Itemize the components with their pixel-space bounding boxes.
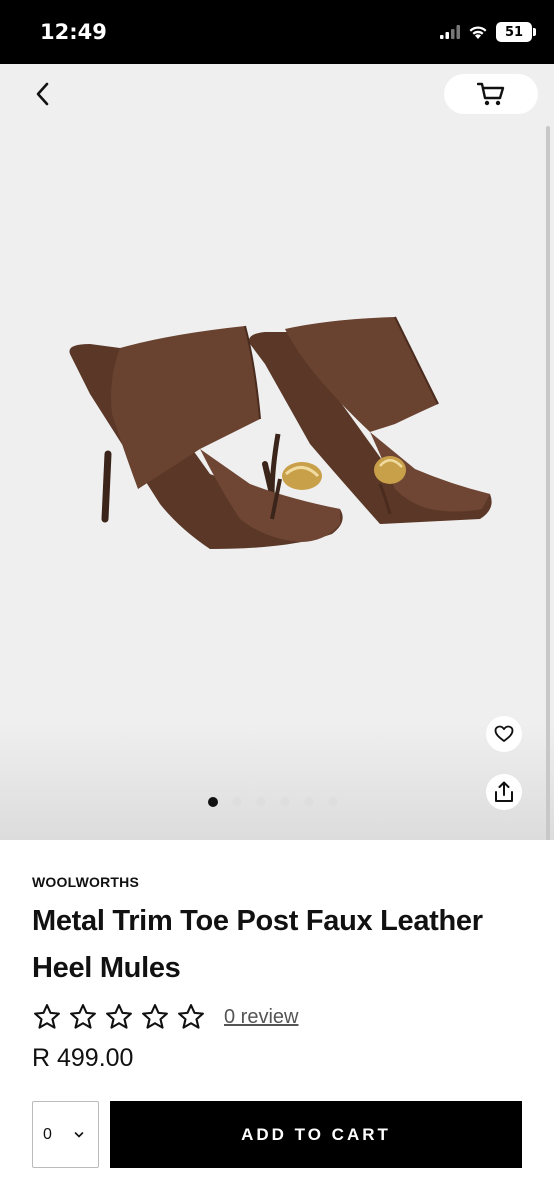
wishlist-button[interactable] xyxy=(486,716,522,752)
product-price: R 499.00 xyxy=(32,1044,134,1072)
right-shoe xyxy=(249,316,492,524)
product-gallery[interactable] xyxy=(0,64,554,840)
wifi-icon xyxy=(469,25,487,39)
battery-icon: 51 xyxy=(496,22,536,42)
pagination-dot[interactable] xyxy=(280,797,290,807)
rating-row: 0 review xyxy=(32,1002,298,1032)
quantity-select[interactable]: 0 xyxy=(32,1101,99,1168)
star-icon xyxy=(70,1004,96,1029)
quantity-value: 0 xyxy=(43,1125,52,1143)
status-icons: 51 xyxy=(440,22,536,42)
star-icon xyxy=(106,1004,132,1029)
product-title: Metal Trim Toe Post Faux Leather Heel Mu… xyxy=(32,905,483,984)
cart-icon xyxy=(477,82,505,106)
cart-button[interactable] xyxy=(444,74,538,114)
signal-icon xyxy=(440,25,460,39)
pagination-dot[interactable] xyxy=(328,797,338,807)
chevron-left-icon xyxy=(36,82,49,106)
star-icon xyxy=(34,1004,60,1029)
review-link[interactable]: 0 review xyxy=(224,1006,298,1029)
status-bar: 12:49 51 xyxy=(0,0,554,64)
pagination-dot-active[interactable] xyxy=(208,797,218,807)
status-time: 12:49 xyxy=(40,20,107,44)
product-image[interactable] xyxy=(50,304,510,584)
gallery-scrollbar[interactable] xyxy=(546,126,550,840)
share-icon xyxy=(495,781,513,802)
add-to-cart-button[interactable]: ADD TO CART xyxy=(110,1101,522,1168)
heart-icon xyxy=(494,725,514,742)
chevron-down-icon xyxy=(74,1131,84,1138)
pagination-dot[interactable] xyxy=(256,797,266,807)
pagination-dot[interactable] xyxy=(304,797,314,807)
back-button[interactable] xyxy=(22,78,62,110)
battery-level: 51 xyxy=(504,24,524,40)
share-button[interactable] xyxy=(486,774,522,810)
brand-name: WOOLWORTHS xyxy=(32,874,139,890)
pagination-dot[interactable] xyxy=(232,797,242,807)
image-pagination xyxy=(208,797,338,807)
star-icon xyxy=(142,1004,168,1029)
star-icon xyxy=(178,1004,204,1029)
